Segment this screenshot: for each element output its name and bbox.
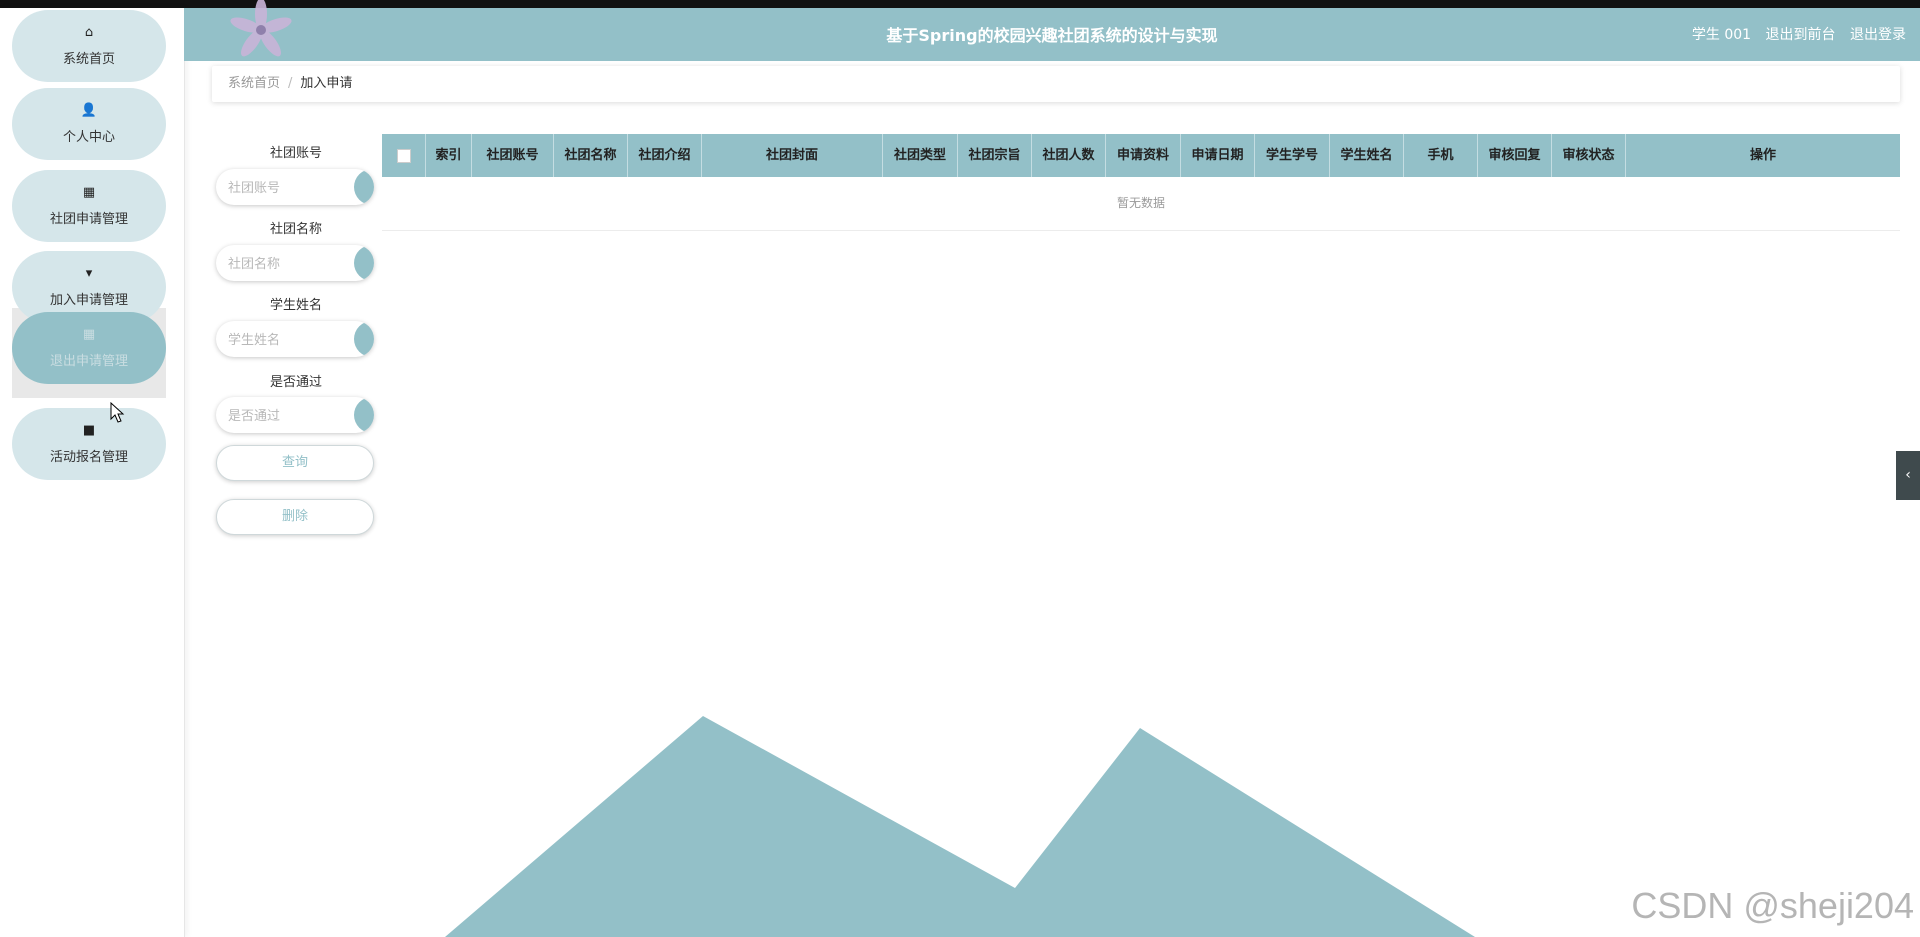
collapse-panel-button[interactable]: ‹ xyxy=(1896,451,1920,500)
column-header: 社团名称 xyxy=(554,134,628,177)
column-header: 审核回复 xyxy=(1478,134,1552,177)
input-accent-tab xyxy=(354,321,374,357)
sidebar-item-club-application[interactable]: ▦ 社团申请管理 xyxy=(12,170,166,242)
home-icon: ⌂ xyxy=(84,24,94,40)
column-header: 社团人数 xyxy=(1032,134,1106,177)
table-header-row: 索引 社团账号 社团名称 社团介绍 社团封面 社团类型 社团宗旨 社团人数 申请… xyxy=(382,134,1900,177)
grid-icon: ▦ xyxy=(82,184,96,200)
input-accent-tab xyxy=(354,245,374,281)
column-header: 学生姓名 xyxy=(1330,134,1404,177)
breadcrumb-current: 加入申请 xyxy=(300,76,353,91)
page-title: 基于Spring的校园兴趣社团系统的设计与实现 xyxy=(886,26,1218,45)
current-user-label: 学生 001 xyxy=(1691,27,1752,43)
sidebar-item-home[interactable]: ⌂ 系统首页 xyxy=(12,10,166,82)
watermark-text: CSDN @sheji204 xyxy=(1631,885,1914,926)
delete-button[interactable]: 删除 xyxy=(216,499,374,535)
sidebar: ⌂ 系统首页 👤 个人中心 ▦ 社团申请管理 ▾ 加入申请管理 ▦ 退出申请管理… xyxy=(0,8,185,937)
select-all-checkbox[interactable] xyxy=(396,148,411,163)
column-header: 手机 xyxy=(1404,134,1478,177)
club-name-field[interactable] xyxy=(216,245,374,281)
passed-field[interactable] xyxy=(216,397,374,433)
sidebar-item-label: 系统首页 xyxy=(62,51,115,67)
column-header: 申请资料 xyxy=(1106,134,1181,177)
sidebar-item-label: 退出申请管理 xyxy=(49,353,128,369)
student-name-label: 学生姓名 xyxy=(269,298,322,313)
passed-label: 是否通过 xyxy=(269,375,322,390)
student-name-field[interactable] xyxy=(216,321,374,357)
grid-icon: ▦ xyxy=(82,326,96,342)
sidebar-item-quit-application[interactable]: ▦ 退出申请管理 xyxy=(12,312,166,384)
bookmark-icon: ▾ xyxy=(85,265,93,281)
column-header: 审核状态 xyxy=(1552,134,1626,177)
query-button[interactable]: 查询 xyxy=(216,445,374,481)
sidebar-item-label: 社团申请管理 xyxy=(49,211,128,227)
logout-link[interactable]: 退出登录 xyxy=(1850,27,1906,43)
breadcrumb: 系统首页 / 加入申请 xyxy=(212,66,1900,102)
club-account-input[interactable] xyxy=(216,169,350,205)
select-all-cell xyxy=(382,134,426,177)
empty-table-message: 暂无数据 xyxy=(382,177,1900,231)
input-accent-tab xyxy=(354,169,374,205)
top-header: 基于Spring的校园兴趣社团系统的设计与实现 学生 001 退出到前台 退出登… xyxy=(184,0,1920,61)
column-header: 社团账号 xyxy=(472,134,554,177)
sidebar-item-personal-center[interactable]: 👤 个人中心 xyxy=(12,88,166,160)
column-header: 索引 xyxy=(426,134,472,177)
sidebar-item-label: 加入申请管理 xyxy=(49,292,128,308)
sidebar-item-label: 个人中心 xyxy=(62,129,115,145)
column-header: 申请日期 xyxy=(1181,134,1255,177)
club-account-field[interactable] xyxy=(216,169,374,205)
user-icon: 👤 xyxy=(80,102,98,118)
mouse-cursor-icon xyxy=(110,402,125,423)
column-header: 社团类型 xyxy=(883,134,958,177)
data-table: 索引 社团账号 社团名称 社团介绍 社团封面 社团类型 社团宗旨 社团人数 申请… xyxy=(382,134,1900,231)
passed-input[interactable] xyxy=(216,397,350,433)
club-name-input[interactable] xyxy=(216,245,350,281)
club-account-label: 社团账号 xyxy=(269,146,322,161)
chevron-left-icon: ‹ xyxy=(1905,467,1911,483)
header-user-area: 学生 001 退出到前台 退出登录 xyxy=(1682,24,1906,44)
sidebar-item-label: 活动报名管理 xyxy=(49,449,128,465)
column-header: 学生学号 xyxy=(1255,134,1330,177)
back-to-front-link[interactable]: 退出到前台 xyxy=(1766,27,1836,43)
column-header: 社团介绍 xyxy=(628,134,702,177)
input-accent-tab xyxy=(354,397,374,433)
column-header: 社团封面 xyxy=(702,134,883,177)
sidebar-item-activity-signup[interactable]: ■ 活动报名管理 xyxy=(12,408,166,480)
column-header: 社团宗旨 xyxy=(958,134,1032,177)
book-icon: ■ xyxy=(82,422,96,438)
student-name-input[interactable] xyxy=(216,321,350,357)
breadcrumb-separator: / xyxy=(288,76,293,91)
column-header: 操作 xyxy=(1749,148,1776,163)
breadcrumb-home-link[interactable]: 系统首页 xyxy=(228,76,280,91)
club-name-label: 社团名称 xyxy=(269,222,322,237)
